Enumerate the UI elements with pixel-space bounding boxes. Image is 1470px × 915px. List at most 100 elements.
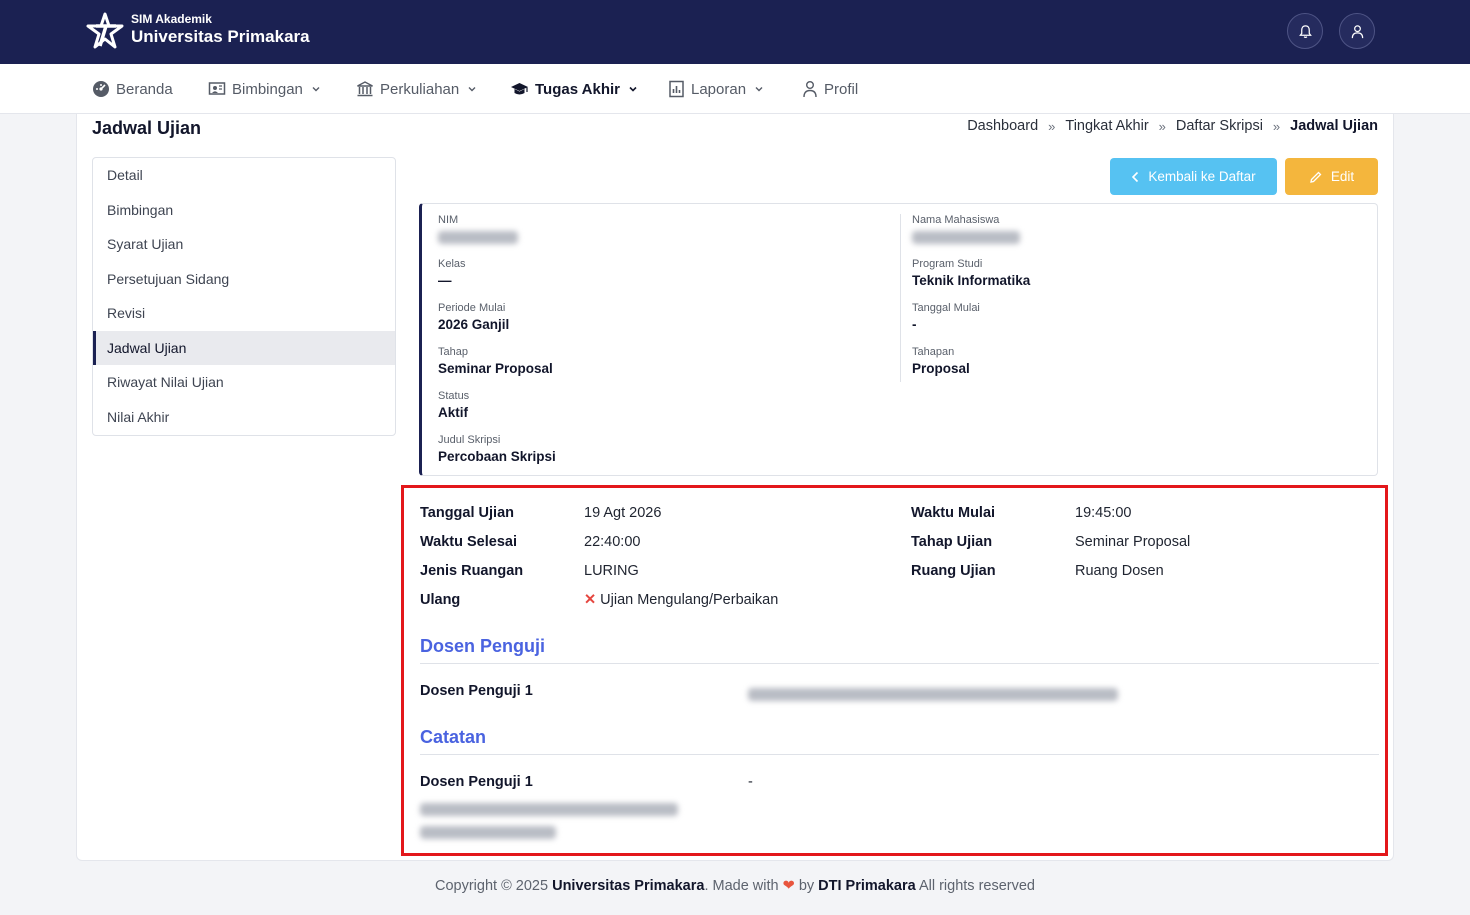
brand-subtitle: SIM Akademik — [131, 12, 212, 26]
ulang-value-row: ✕ Ujian Mengulang/Perbaikan — [584, 592, 778, 608]
jenis-ruangan-label: Jenis Ruangan — [420, 563, 524, 579]
chevron-down-icon — [468, 87, 476, 92]
nav-label: Bimbingan — [232, 80, 303, 98]
side-item-syarat-ujian[interactable]: Syarat Ujian — [93, 227, 395, 262]
heart-icon: ❤ — [782, 878, 795, 894]
tahap-label: Tahap — [438, 346, 468, 358]
nav-label: Tugas Akhir — [535, 80, 621, 98]
edit-button[interactable]: Edit — [1285, 158, 1378, 195]
nim-value-redacted — [438, 231, 518, 244]
dashboard-icon — [93, 81, 109, 97]
judul-field: Judul Skripsi Percobaan Skripsi — [438, 434, 556, 464]
nav-laporan[interactable]: Laporan — [668, 64, 764, 114]
edit-button-label: Edit — [1330, 169, 1355, 184]
side-item-detail[interactable]: Detail — [93, 158, 395, 193]
footer-copyright: Copyright © 2025 — [435, 878, 549, 894]
catatan-penguji-name-redacted — [420, 803, 678, 816]
ruang-ujian-value: Ruang Dosen — [1075, 563, 1164, 579]
chevron-down-icon — [629, 86, 637, 92]
waktu-selesai-value: 22:40:00 — [584, 534, 641, 550]
footer-university: Universitas Primakara — [552, 878, 705, 894]
waktu-mulai-value: 19:45:00 — [1075, 505, 1132, 521]
periode-value: 2026 Ganjil — [438, 317, 510, 332]
profile-button[interactable] — [1339, 13, 1375, 49]
status-field: Status Aktif — [438, 390, 469, 420]
footer: Copyright © 2025 Universitas Primakara. … — [0, 878, 1470, 894]
ulang-label: Ulang — [420, 592, 461, 608]
nav-label: Beranda — [116, 80, 173, 98]
footer-rights: All rights reserved — [918, 878, 1035, 894]
report-icon — [669, 80, 684, 98]
side-item-riwayat-nilai-ujian[interactable]: Riwayat Nilai Ujian — [93, 365, 395, 400]
student-info-panel: NIM Nama Mahasiswa Kelas — Program Studi… — [419, 203, 1378, 476]
breadcrumb-daftar-skripsi[interactable]: Daftar Skripsi — [1176, 118, 1263, 134]
page-title: Jadwal Ujian — [92, 118, 202, 138]
notification-button[interactable] — [1287, 13, 1323, 49]
dosen-penguji-1-label: Dosen Penguji 1 — [420, 683, 533, 699]
tanggal-ujian-value: 19 Agt 2026 — [584, 505, 662, 521]
footer-made-with: . Made with — [704, 878, 779, 894]
breadcrumb-tingkat-akhir[interactable]: Tingkat Akhir — [1065, 118, 1148, 134]
dosen-penguji-1-value-redacted — [748, 688, 1118, 701]
waktu-mulai-label: Waktu Mulai — [911, 505, 996, 521]
user-icon — [1351, 24, 1363, 38]
tahapan-value: Proposal — [912, 361, 970, 376]
cross-icon: ✕ — [584, 592, 597, 608]
prodi-field: Program Studi Teknik Informatika — [912, 258, 1030, 288]
ulang-value: Ujian Mengulang/Perbaikan — [600, 592, 779, 608]
judul-value: Percobaan Skripsi — [438, 449, 556, 464]
footer-org: DTI Primakara — [818, 878, 916, 894]
section-divider — [420, 663, 1379, 664]
tanggal-mulai-value: - — [912, 317, 917, 332]
bell-icon — [1298, 24, 1312, 38]
institution-icon — [357, 81, 373, 97]
chevron-down-icon — [312, 87, 320, 92]
tanggal-mulai-label: Tanggal Mulai — [912, 302, 980, 314]
brand-title: Universitas Primakara — [131, 27, 310, 46]
nav-bimbingan[interactable]: Bimbingan — [208, 64, 321, 114]
chevron-left-icon — [1132, 171, 1139, 182]
pencil-icon — [1310, 171, 1322, 183]
tahap-field: Tahap Seminar Proposal — [438, 346, 553, 376]
tahap-value: Seminar Proposal — [438, 361, 553, 376]
nav-tugas-akhir[interactable]: Tugas Akhir — [510, 64, 638, 114]
nav-label: Perkuliahan — [380, 80, 460, 98]
main-navigation: Beranda Bimbingan Perkuliahan Tugas Akhi… — [0, 64, 1470, 114]
side-item-nilai-akhir[interactable]: Nilai Akhir — [93, 400, 395, 435]
breadcrumb-separator: » — [1158, 118, 1166, 134]
breadcrumb-separator: » — [1048, 118, 1056, 134]
nama-value-redacted — [912, 231, 1020, 244]
side-item-revisi[interactable]: Revisi — [93, 296, 395, 331]
back-button-label: Kembali ke Daftar — [1148, 169, 1256, 184]
tahap-ujian-label: Tahap Ujian — [911, 534, 993, 550]
nav-label: Profil — [824, 80, 859, 98]
side-item-jadwal-ujian[interactable]: Jadwal Ujian — [93, 330, 395, 365]
ruang-ujian-label: Ruang Ujian — [911, 563, 996, 579]
kelas-value: — — [438, 273, 452, 288]
catatan-penguji-1-label: Dosen Penguji 1 — [420, 774, 533, 790]
side-menu: Detail Bimbingan Syarat Ujian Persetujua… — [92, 157, 396, 436]
classroom-icon — [208, 82, 226, 95]
side-item-persetujuan-sidang[interactable]: Persetujuan Sidang — [93, 262, 395, 297]
breadcrumb: Dashboard » Tingkat Akhir » Daftar Skrip… — [967, 118, 1378, 134]
nav-profil[interactable]: Profil — [802, 64, 858, 114]
nav-beranda[interactable]: Beranda — [92, 64, 173, 114]
periode-field: Periode Mulai 2026 Ganjil — [438, 302, 509, 332]
periode-label: Periode Mulai — [438, 302, 506, 314]
side-item-bimbingan[interactable]: Bimbingan — [93, 193, 395, 228]
nav-perkuliahan[interactable]: Perkuliahan — [356, 64, 477, 114]
prodi-label: Program Studi — [912, 258, 983, 270]
catatan-penguji-name-redacted — [420, 826, 556, 839]
jenis-ruangan-value: LURING — [584, 563, 639, 579]
judul-label: Judul Skripsi — [438, 434, 501, 446]
back-to-list-button[interactable]: Kembali ke Daftar — [1110, 158, 1277, 195]
status-value: Aktif — [438, 405, 468, 420]
status-label: Status — [438, 390, 470, 402]
column-divider — [900, 214, 901, 382]
breadcrumb-dashboard[interactable]: Dashboard — [967, 118, 1038, 134]
tahap-ujian-value: Seminar Proposal — [1075, 534, 1191, 550]
chevron-down-icon — [755, 87, 763, 92]
university-logo — [86, 12, 124, 49]
kelas-field: Kelas — — [438, 258, 466, 288]
breadcrumb-current: Jadwal Ujian — [1290, 118, 1378, 134]
